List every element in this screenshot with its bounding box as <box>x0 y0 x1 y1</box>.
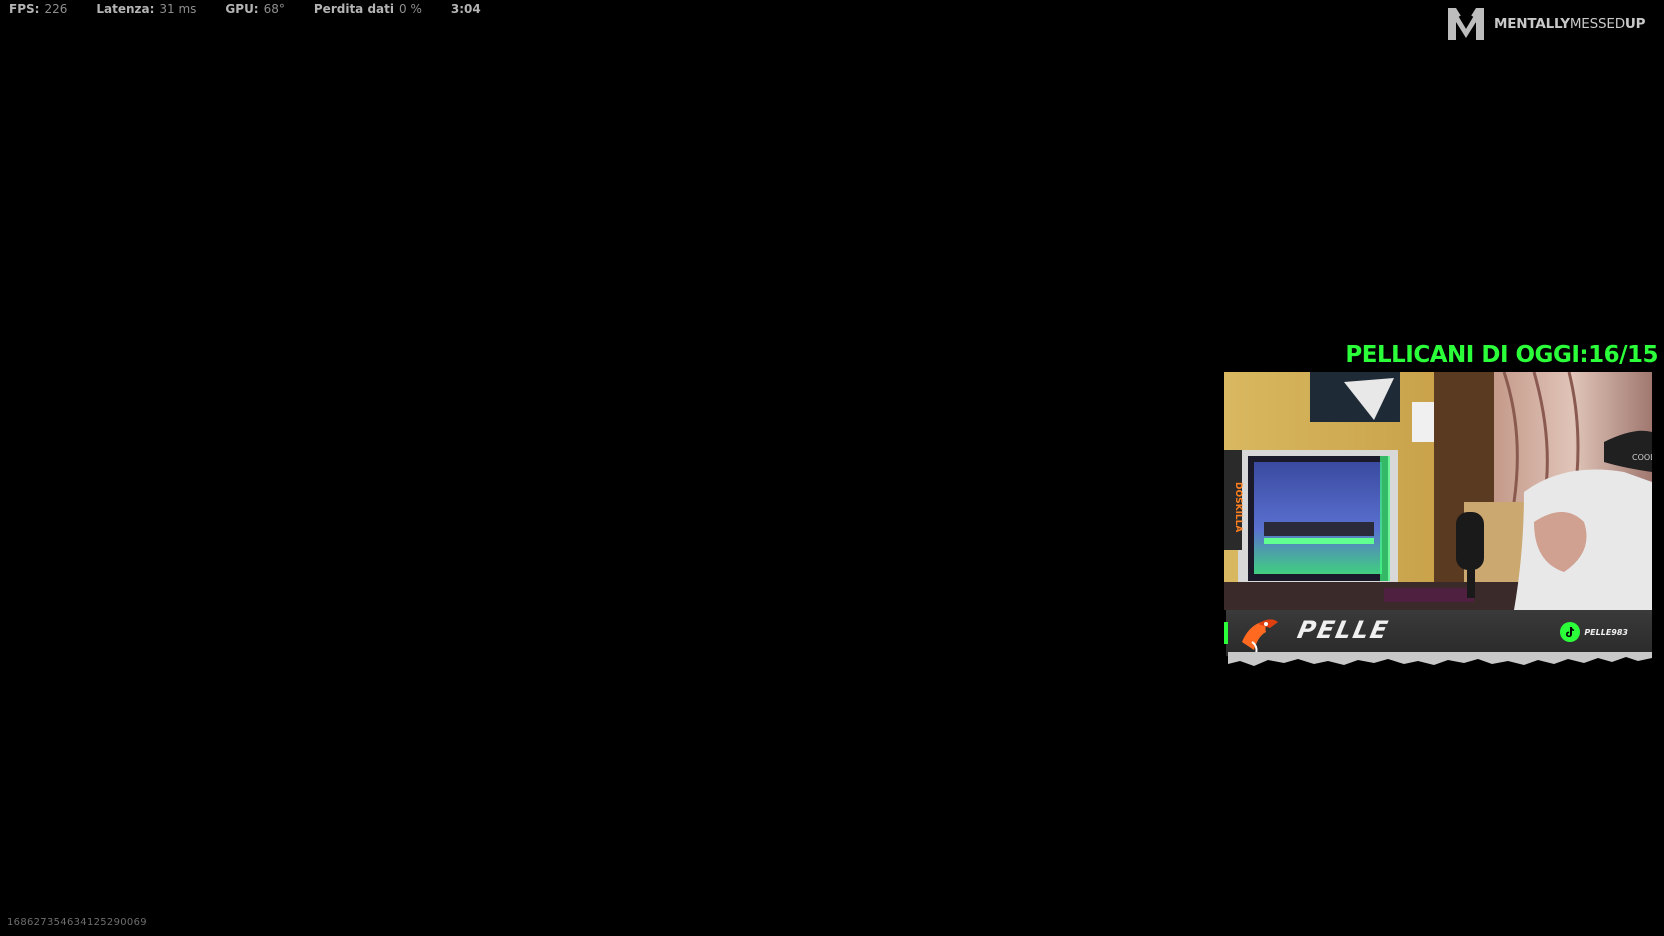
brand-part-2: MESSED <box>1569 16 1625 32</box>
banner-accent <box>1224 622 1228 644</box>
packet-loss-stat: Perdita dati 0 % <box>314 2 422 16</box>
svg-text:COOL: COOL <box>1632 453 1652 462</box>
brand-logo: MENTALLYMESSEDUP <box>1446 6 1646 42</box>
m-chevron-logo-icon <box>1448 8 1484 40</box>
gpu-value: 68° <box>263 2 285 16</box>
session-time: 3:04 <box>450 2 481 16</box>
torn-paper-edge <box>1228 652 1652 666</box>
streamer-banner: PELLE PELLE983 <box>1224 610 1652 656</box>
latency-label: Latenza: <box>96 2 155 16</box>
gpu-label: GPU: <box>225 2 259 16</box>
webcam-feed: DOSKILLA COOL <box>1224 372 1652 610</box>
tiktok-icon <box>1560 622 1581 642</box>
brand-part-1: MENTALLY <box>1494 16 1570 32</box>
fps-value: 226 <box>44 2 68 16</box>
tiktok-handle: PELLE983 <box>1584 627 1628 637</box>
tiktok-badge: PELLE983 <box>1560 622 1628 642</box>
gpu-stat: GPU: 68° <box>225 2 284 16</box>
streamer-name: PELLE <box>1295 616 1392 644</box>
fps-stat: FPS: 226 <box>9 2 67 16</box>
latency-stat: Latenza: 31 ms <box>96 2 196 16</box>
latency-value: 31 ms <box>159 2 197 16</box>
fps-label: FPS: <box>9 2 40 16</box>
packet-loss-label: Perdita dati <box>313 2 394 16</box>
brand-part-3: UP <box>1624 16 1646 32</box>
bird-logo-icon <box>1242 619 1278 655</box>
case-brand-text: DOSKILLA <box>1233 482 1243 532</box>
pelican-counter: PELLICANI DI OGGI:16/15 <box>1345 342 1658 368</box>
brand-wordmark: MENTALLYMESSEDUP <box>1494 16 1646 32</box>
game-stream-screen: FPS: 226 Latenza: 31 ms GPU: 68° Perdita… <box>0 0 1664 936</box>
packet-loss-value: 0 % <box>399 2 422 16</box>
session-id: 16862735463412529006​9 <box>7 917 147 928</box>
performance-hud: FPS: 226 Latenza: 31 ms GPU: 68° Perdita… <box>9 2 481 16</box>
webcam-overlay: DOSKILLA COOL PELLE <box>1224 372 1652 668</box>
